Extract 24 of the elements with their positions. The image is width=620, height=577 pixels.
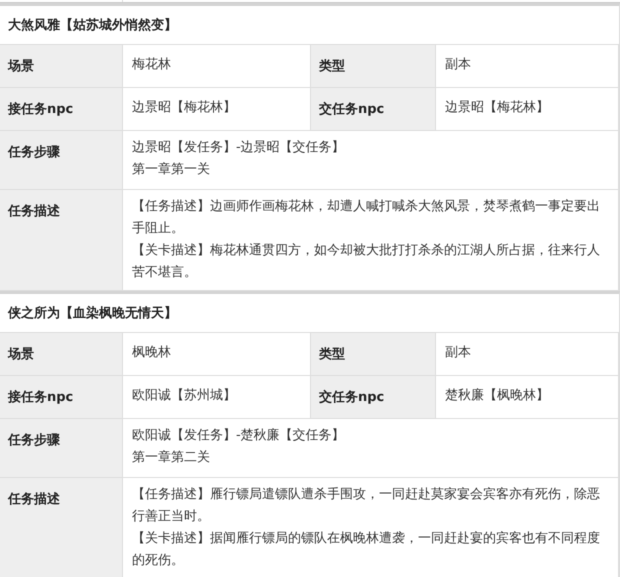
cell-text: 【任务描述】雁行镖局遣镖队遭杀手围攻，一同赶赴莫家宴会宾客亦有死伤，除恶行善正当时。 <box>132 486 601 526</box>
row-label: 任务步骤 <box>0 419 123 478</box>
row-label: 任务描述 <box>0 190 123 291</box>
row-label: 场景 <box>0 333 123 376</box>
cell-text: 【关卡描述】梅花林通贯四方，如今却被大批打打杀杀的江湖人所占据，往来行人苦不堪言。 <box>132 242 601 282</box>
table-cell: 副本 <box>436 45 619 88</box>
table-cell: 楚秋廉【枫晚林】 <box>436 376 619 419</box>
row-label: 任务步骤 <box>0 131 123 190</box>
cell-text: 【任务描述】边画师作画梅花林，却遭人喊打喊杀大煞风景，焚琴煮鹤一事定要出手阻止。 <box>132 198 601 238</box>
table-cell: 边景昭【梅花林】 <box>436 88 619 131</box>
row-label: 场景 <box>0 45 123 88</box>
row-label: 交任务npc <box>311 88 436 131</box>
table-cell: 副本 <box>436 333 619 376</box>
row-label: 交任务npc <box>311 376 436 419</box>
cell-text: 【关卡描述】据闻雁行镖局的镖队在枫晚林遭袭，一同赶赴宴的宾客也有不同程度的死伤。 <box>132 530 601 570</box>
row-label: 接任务npc <box>0 376 123 419</box>
row-label: 接任务npc <box>0 88 123 131</box>
row-label: 任务描述 <box>0 478 123 577</box>
cell-text: 第一章第一关 <box>132 161 211 179</box>
cell-text: 第一章第二关 <box>132 449 211 467</box>
row-label: 类型 <box>311 45 436 88</box>
row-label: 类型 <box>311 333 436 376</box>
cell-text: 边景昭【发任务】-边景昭【交任务】 <box>132 139 346 157</box>
cell-text: 欧阳诚【发任务】-楚秋廉【交任务】 <box>132 427 346 445</box>
